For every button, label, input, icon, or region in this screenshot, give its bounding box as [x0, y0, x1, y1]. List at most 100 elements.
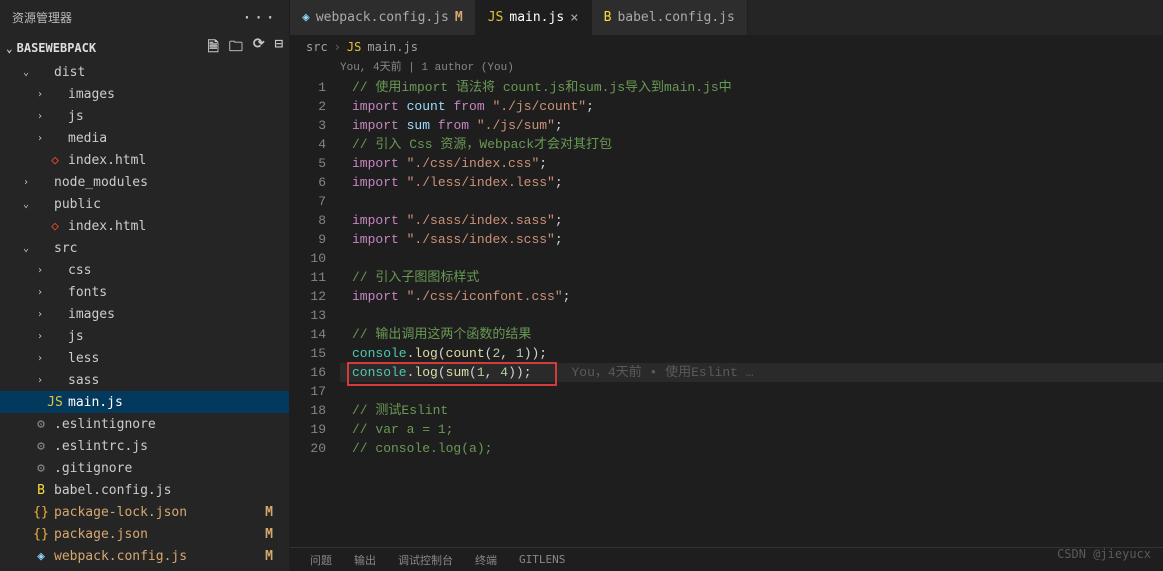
code-line[interactable]: console.log(count(2, 1));: [340, 344, 1163, 363]
tree-file[interactable]: Bbabel.config.js: [0, 479, 289, 501]
tree-item-label: images: [68, 307, 115, 322]
code-line[interactable]: [340, 192, 1163, 211]
code-line[interactable]: [340, 382, 1163, 401]
tree-folder[interactable]: ›images: [0, 83, 289, 105]
tree-folder[interactable]: ⌄src: [0, 237, 289, 259]
panel-tab[interactable]: 输出: [354, 552, 376, 568]
modified-indicator: M: [455, 10, 463, 25]
explorer-title-row: 资源管理器 ···: [0, 0, 289, 35]
breadcrumb-part[interactable]: src: [306, 40, 328, 54]
editor-tab[interactable]: Bbabel.config.js: [592, 0, 748, 35]
tree-item-label: .eslintrc.js: [54, 439, 148, 454]
git-status-badge: M: [265, 505, 279, 520]
editor-tab[interactable]: JSmain.js×: [476, 0, 592, 35]
code-line[interactable]: import "./css/index.css";: [340, 154, 1163, 173]
tree-folder[interactable]: ›sass: [0, 369, 289, 391]
new-folder-icon[interactable]: 🗀: [229, 36, 243, 60]
code-line[interactable]: import sum from "./js/sum";: [340, 116, 1163, 135]
code-line[interactable]: import "./sass/index.sass";: [340, 211, 1163, 230]
js-icon: JS: [46, 395, 64, 410]
tree-folder[interactable]: ⌄public: [0, 193, 289, 215]
new-file-icon[interactable]: 🗎: [208, 36, 219, 60]
file-tree[interactable]: ⌄dist›images›js›media◇index.html›node_mo…: [0, 61, 289, 571]
line-number: 14: [290, 325, 326, 344]
panel-tab[interactable]: GITLENS: [519, 553, 565, 566]
project-name: BASEWEBPACK: [17, 41, 96, 55]
tree-item-label: media: [68, 131, 107, 146]
babel-icon: B: [32, 483, 50, 498]
code-line[interactable]: import "./less/index.less";: [340, 173, 1163, 192]
tree-file[interactable]: ⚙.eslintrc.js: [0, 435, 289, 457]
chevron-right-icon: ›: [34, 89, 46, 100]
explorer-actions: 🗎 🗀 ⟳ ⊟: [208, 36, 283, 60]
webpack-icon: ◈: [32, 549, 50, 564]
code-line[interactable]: // 测试Eslint: [340, 401, 1163, 420]
explorer-title: 资源管理器: [12, 9, 72, 26]
collapse-icon[interactable]: ⊟: [275, 36, 283, 60]
code-line[interactable]: import count from "./js/count";: [340, 97, 1163, 116]
tree-file[interactable]: ◇index.html: [0, 149, 289, 171]
line-number: 19: [290, 420, 326, 439]
panel-tab[interactable]: 终端: [475, 552, 497, 568]
tree-folder[interactable]: ›fonts: [0, 281, 289, 303]
editor-group: ◈ webpack.config.js M JSmain.js×Bbabel.conf…: [290, 0, 1163, 571]
tree-item-label: .eslintignore: [54, 417, 156, 432]
code-line[interactable]: // 引入 Css 资源，Webpack才会对其打包: [340, 135, 1163, 154]
bottom-panel-tabs: 问题 输出 调试控制台 终端 GITLENS: [290, 547, 1163, 571]
codelens[interactable]: You, 4天前 | 1 author (You): [340, 59, 1163, 78]
chevron-right-icon: ›: [34, 309, 46, 320]
code-line[interactable]: import "./css/iconfont.css";: [340, 287, 1163, 306]
code-editor[interactable]: 1234567891011121314151617181920 You, 4天前…: [290, 59, 1163, 547]
chevron-right-icon: ›: [34, 265, 46, 276]
panel-tab[interactable]: 问题: [310, 552, 332, 568]
settings-icon: ⚙: [32, 461, 50, 476]
code-line[interactable]: console.log(sum(1, 4));You，4天前 • 使用Eslin…: [340, 363, 1163, 382]
code-line[interactable]: // console.log(a);: [340, 439, 1163, 458]
chevron-right-icon: ›: [20, 177, 32, 188]
code-line[interactable]: // 使用import 语法将 count.js和sum.js导入到main.j…: [340, 78, 1163, 97]
tree-file[interactable]: ⚙ .eslintignore: [0, 413, 289, 435]
breadcrumb-part[interactable]: main.js: [367, 40, 418, 54]
tree-folder[interactable]: ›css: [0, 259, 289, 281]
tree-item-label: sass: [68, 373, 99, 388]
tree-item-label: main.js: [68, 395, 123, 410]
code-line[interactable]: [340, 306, 1163, 325]
tree-folder[interactable]: ⌄dist: [0, 61, 289, 83]
tree-file[interactable]: ◈webpack.config.jsM: [0, 545, 289, 567]
webpack-icon: ◈: [302, 10, 310, 25]
tree-folder[interactable]: › images: [0, 303, 289, 325]
code-line[interactable]: // 输出调用这两个函数的结果: [340, 325, 1163, 344]
tree-folder[interactable]: ›media: [0, 127, 289, 149]
code-line[interactable]: [340, 249, 1163, 268]
project-header[interactable]: ⌄ BASEWEBPACK 🗎 🗀 ⟳ ⊟: [0, 35, 289, 61]
breadcrumb[interactable]: src › JS main.js: [290, 35, 1163, 59]
panel-tab[interactable]: 调试控制台: [398, 552, 453, 568]
tree-file[interactable]: JS main.js: [0, 391, 289, 413]
editor-tab[interactable]: ◈ webpack.config.js M: [290, 0, 476, 35]
tree-item-label: js: [68, 329, 84, 344]
tab-label: babel.config.js: [617, 10, 734, 25]
tree-file[interactable]: ⚙.gitignore: [0, 457, 289, 479]
settings-icon: ⚙: [32, 417, 50, 432]
code-area[interactable]: You, 4天前 | 1 author (You) // 使用import 语法…: [340, 59, 1163, 547]
tab-label: webpack.config.js: [316, 10, 449, 25]
tree-file[interactable]: {}package.jsonM: [0, 523, 289, 545]
tree-file[interactable]: ◇index.html: [0, 215, 289, 237]
more-icon[interactable]: ···: [242, 8, 277, 27]
tree-folder[interactable]: ›less: [0, 347, 289, 369]
code-line[interactable]: // var a = 1;: [340, 420, 1163, 439]
watermark: CSDN @jieyucx: [1057, 547, 1151, 561]
tree-folder[interactable]: ›js: [0, 325, 289, 347]
tree-item-label: public: [54, 197, 101, 212]
tree-folder[interactable]: ›js: [0, 105, 289, 127]
close-icon[interactable]: ×: [570, 10, 578, 26]
code-line[interactable]: // 引入子图图标样式: [340, 268, 1163, 287]
tree-file[interactable]: {}package-lock.jsonM: [0, 501, 289, 523]
tree-folder[interactable]: ›node_modules: [0, 171, 289, 193]
tree-item-label: js: [68, 109, 84, 124]
code-line[interactable]: import "./sass/index.scss";: [340, 230, 1163, 249]
line-number: 11: [290, 268, 326, 287]
line-number: 5: [290, 154, 326, 173]
tree-item-label: babel.config.js: [54, 483, 171, 498]
refresh-icon[interactable]: ⟳: [253, 36, 265, 60]
